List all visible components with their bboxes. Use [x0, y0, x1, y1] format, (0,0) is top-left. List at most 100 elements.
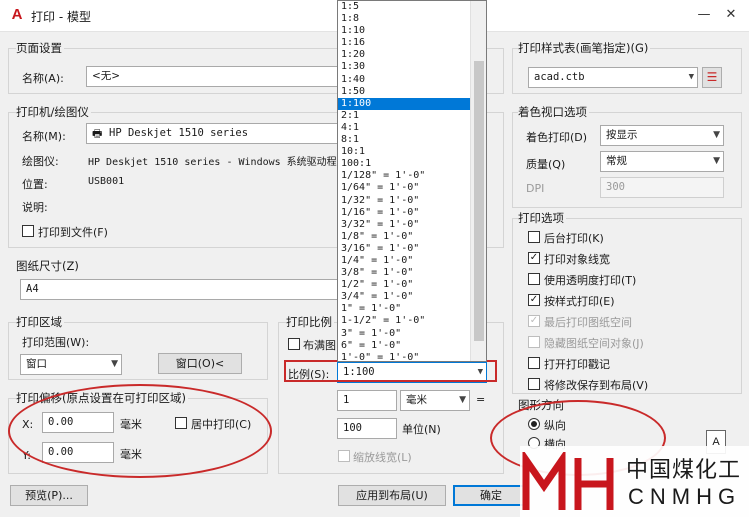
plot-option-label: 打开打印戳记 — [544, 358, 610, 371]
plot-range-label: 打印范围(W): — [22, 336, 90, 349]
scale-list-item[interactable]: 1:10 — [338, 25, 470, 37]
scale-list-item[interactable]: 1:40 — [338, 74, 470, 86]
watermark-cn-text: 中国煤化工 — [626, 458, 742, 483]
scale-dropdown-list[interactable]: 1:5 1:8 1:10 1:16 1:20 1:30 1:40 1:50 1:100 2:1 4:… — [337, 0, 487, 362]
scale-list-item[interactable]: 1" = 1'-0" — [338, 303, 470, 315]
page-setup-name-combo[interactable]: <无> — [86, 66, 338, 87]
scale-list-item[interactable]: 1:20 — [338, 49, 470, 61]
scale-list-item[interactable]: 1:100 — [338, 97, 470, 110]
scrollbar-thumb[interactable] — [474, 61, 484, 341]
shade-plot-label: 着色打印(D) — [526, 131, 588, 144]
page-setup-name-label: 名称(A): — [22, 72, 64, 85]
scale-list-item[interactable]: 10:1 — [338, 146, 470, 158]
scale-list-item[interactable]: 1:50 — [338, 86, 470, 98]
apply-to-layout-button[interactable]: 应用到布局(U) — [338, 485, 446, 506]
annotation-ellipse-offset — [8, 384, 272, 478]
scale-list-item[interactable]: 1'-0" = 1'-0" — [338, 352, 470, 361]
scale-list-item[interactable]: 3" = 1'-0" — [338, 328, 470, 340]
scale-list-item[interactable]: 1:30 — [338, 61, 470, 73]
scale-list-item[interactable]: 6" = 1'-0" — [338, 340, 470, 352]
quality-combo[interactable]: 常规 ▼ — [600, 151, 724, 172]
edit-plot-style-icon[interactable]: ☰ — [702, 67, 722, 88]
watermark-en-text: CNMHG — [628, 484, 742, 509]
scale-list-item[interactable]: 3/4" = 1'-0" — [338, 291, 470, 303]
chevron-down-icon: ▼ — [713, 130, 720, 140]
scale-list-item[interactable]: 3/16" = 1'-0" — [338, 243, 470, 255]
scale-list-items: 1:5 1:8 1:10 1:16 1:20 1:30 1:40 1:50 1:100 2:1 4:… — [338, 1, 486, 361]
plot-option-checkbox[interactable] — [528, 231, 540, 243]
plotter-name-combo[interactable]: 🖶 HP Deskjet 1510 series — [86, 123, 338, 144]
paper-size-combo[interactable]: A4 — [20, 279, 338, 300]
quality-label: 质量(Q) — [526, 158, 566, 171]
annotation-box-scale — [284, 360, 497, 382]
chevron-down-icon: ▼ — [459, 395, 466, 405]
plot-window-button[interactable]: 窗口(O)< — [158, 353, 242, 374]
plotter-device-label: 绘图仪: — [22, 155, 59, 168]
paper-size-label: 图纸尺寸(Z) — [16, 258, 81, 274]
scale-list-item[interactable]: 1-1/2" = 1'-0" — [338, 315, 470, 327]
scale-list-item[interactable]: 1/32" = 1'-0" — [338, 195, 470, 207]
scale-list-item[interactable]: 1/64" = 1'-0" — [338, 182, 470, 194]
scale-list-item[interactable]: 8:1 — [338, 134, 470, 146]
preview-button[interactable]: 预览(P)... — [10, 485, 88, 506]
plot-range-value: 窗口 — [26, 358, 47, 370]
scale-unit-combo[interactable]: 毫米 ▼ — [400, 390, 470, 411]
shaded-viewport-label: 着色视口选项 — [518, 104, 589, 120]
scale-lineweights-checkbox[interactable] — [338, 450, 350, 462]
plot-style-combo[interactable]: acad.ctb ▼ — [528, 67, 698, 88]
print-to-file-checkbox[interactable] — [22, 225, 34, 237]
plot-scale-label: 打印比例 — [286, 314, 334, 330]
scale-lineweights-label: 缩放线宽(L) — [353, 451, 412, 464]
scale-value1-input[interactable]: 1 — [337, 390, 397, 411]
scale-list-item[interactable]: 1:16 — [338, 37, 470, 49]
plot-option-label: 按样式打印(E) — [544, 295, 615, 308]
ok-button[interactable]: 确定 — [453, 485, 529, 506]
print-to-file-label: 打印到文件(F) — [38, 226, 108, 239]
plot-option-checkbox[interactable] — [528, 273, 540, 285]
scale-value2-input[interactable]: 100 — [337, 418, 397, 439]
scale-equals-sign: = — [476, 393, 486, 406]
plot-option-label: 使用透明度打印(T) — [544, 274, 637, 287]
plot-option-label: 最后打印图纸空间 — [544, 316, 632, 329]
plot-option-label: 隐藏图纸空间对象(J) — [544, 337, 644, 350]
plot-option-label: 后台打印(K) — [544, 232, 604, 245]
close-icon[interactable]: ✕ — [722, 6, 740, 24]
dpi-label: DPI — [526, 182, 545, 195]
dpi-input[interactable]: 300 — [600, 177, 724, 198]
watermark-mark-icon — [522, 452, 614, 510]
scale-list-item[interactable]: 1/128" = 1'-0" — [338, 170, 470, 182]
help-icon[interactable]: — — [695, 6, 713, 24]
dropdown-scrollbar[interactable] — [470, 1, 486, 361]
scale-list-item[interactable]: 1/16" = 1'-0" — [338, 207, 470, 219]
plotter-description-label: 说明: — [22, 201, 48, 214]
shade-plot-combo[interactable]: 按显示 ▼ — [600, 125, 724, 146]
scale-list-item[interactable]: 1:8 — [338, 13, 470, 25]
plot-range-combo[interactable]: 窗口 ▼ — [20, 354, 122, 375]
scale-list-item[interactable]: 1:5 — [338, 1, 470, 13]
plot-style-label: 打印样式表(画笔指定)(G) — [518, 40, 651, 56]
scale-list-item[interactable]: 1/4" = 1'-0" — [338, 255, 470, 267]
plot-option-checkbox[interactable]: ✓ — [528, 315, 540, 327]
scale-list-item[interactable]: 2:1 — [338, 110, 470, 122]
scale-list-item[interactable]: 100:1 — [338, 158, 470, 170]
scale-list-item[interactable]: 1/2" = 1'-0" — [338, 279, 470, 291]
plot-options-label: 打印选项 — [518, 210, 566, 226]
shade-plot-value: 按显示 — [606, 129, 638, 141]
plot-area-label: 打印区域 — [16, 314, 64, 330]
fit-to-paper-checkbox[interactable] — [288, 338, 300, 350]
fit-to-paper-label: 布满图 — [303, 339, 336, 352]
plot-option-checkbox[interactable]: ✓ — [528, 252, 540, 264]
plotter-location-value: USB001 — [88, 176, 125, 187]
plotter-location-label: 位置: — [22, 178, 48, 191]
watermark-logo: 中国煤化工 CNMHG — [520, 446, 749, 517]
scale-list-item[interactable]: 4:1 — [338, 122, 470, 134]
scale-list-item[interactable]: 1/8" = 1'-0" — [338, 231, 470, 243]
plot-option-checkbox[interactable] — [528, 357, 540, 369]
plotter-device-value: HP Deskjet 1510 series - Windows 系统驱动程 — [88, 157, 337, 168]
plot-option-checkbox[interactable] — [528, 378, 540, 390]
scale-list-item[interactable]: 3/32" = 1'-0" — [338, 219, 470, 231]
plot-option-checkbox[interactable] — [528, 336, 540, 348]
plotter-label: 打印机/绘图仪 — [16, 104, 91, 120]
plot-option-checkbox[interactable]: ✓ — [528, 294, 540, 306]
scale-list-item[interactable]: 3/8" = 1'-0" — [338, 267, 470, 279]
